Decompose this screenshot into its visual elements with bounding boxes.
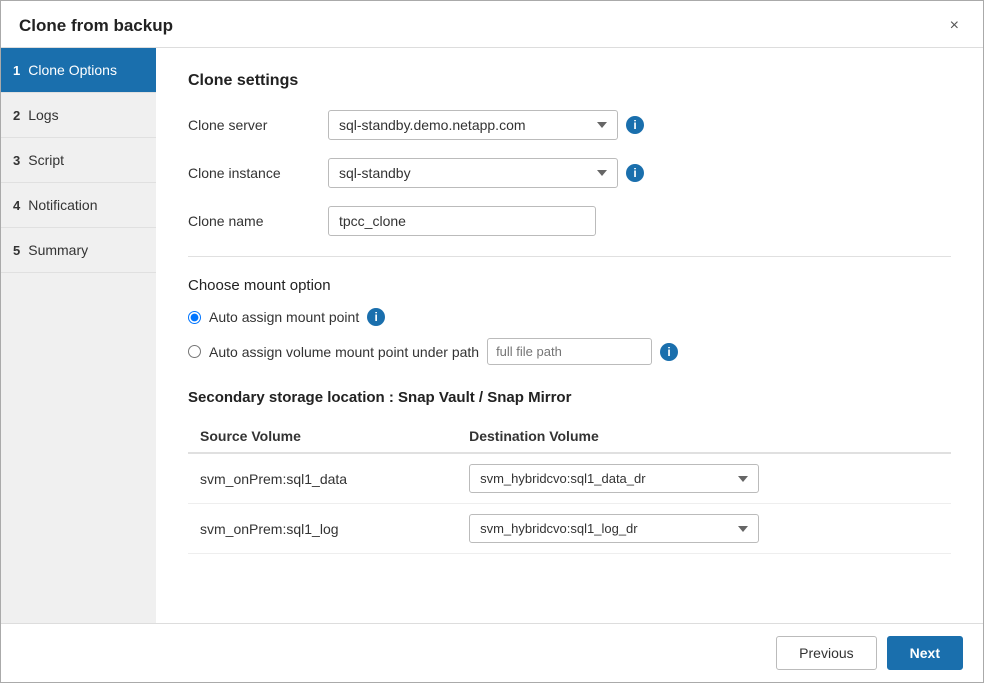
table-row: svm_onPrem:sql1_data svm_hybridcvo:sql1_…: [188, 453, 951, 504]
clone-server-info-icon[interactable]: i: [626, 116, 644, 134]
storage-section: Secondary storage location : Snap Vault …: [188, 389, 951, 554]
sidebar: 1 Clone Options 2 Logs 3 Script 4 Notifi…: [1, 48, 156, 623]
clone-instance-control: sql-standby i: [328, 158, 644, 188]
clone-name-row: Clone name: [188, 206, 951, 236]
clone-instance-select[interactable]: sql-standby: [328, 158, 618, 188]
source-volume-cell: svm_onPrem:sql1_log: [188, 504, 457, 554]
mount-option-title: Choose mount option: [188, 277, 951, 294]
col-source-volume: Source Volume: [188, 420, 457, 453]
clone-server-control: sql-standby.demo.netapp.com i: [328, 110, 644, 140]
dialog-footer: Previous Next: [1, 623, 983, 682]
path-info-icon[interactable]: i: [660, 343, 678, 361]
next-button[interactable]: Next: [887, 636, 963, 670]
clone-instance-label: Clone instance: [188, 165, 328, 181]
dialog-header: Clone from backup ×: [1, 1, 983, 48]
step-num-3: 3: [13, 153, 20, 168]
close-button[interactable]: ×: [944, 15, 965, 37]
dest-volume-select-0[interactable]: svm_hybridcvo:sql1_data_dr: [469, 464, 759, 493]
sidebar-item-notification[interactable]: 4 Notification: [1, 183, 156, 228]
storage-title: Secondary storage location : Snap Vault …: [188, 389, 951, 406]
clone-settings-title: Clone settings: [188, 72, 951, 90]
dest-volume-select-1[interactable]: svm_hybridcvo:sql1_log_dr: [469, 514, 759, 543]
radio-auto-volume[interactable]: [188, 345, 201, 358]
table-row: svm_onPrem:sql1_log svm_hybridcvo:sql1_l…: [188, 504, 951, 554]
main-content: Clone settings Clone server sql-standby.…: [156, 48, 983, 623]
sidebar-label-summary: Summary: [28, 242, 88, 258]
storage-table: Source Volume Destination Volume svm_onP…: [188, 420, 951, 554]
col-dest-volume: Destination Volume: [457, 420, 951, 453]
step-num-5: 5: [13, 243, 20, 258]
dialog-body: 1 Clone Options 2 Logs 3 Script 4 Notifi…: [1, 48, 983, 623]
radio-auto-assign-row: Auto assign mount point i: [188, 308, 951, 326]
clone-name-label: Clone name: [188, 213, 328, 229]
sidebar-item-summary[interactable]: 5 Summary: [1, 228, 156, 273]
clone-from-backup-dialog: Clone from backup × 1 Clone Options 2 Lo…: [0, 0, 984, 683]
sidebar-item-script[interactable]: 3 Script: [1, 138, 156, 183]
divider-1: [188, 256, 951, 257]
clone-server-select[interactable]: sql-standby.demo.netapp.com: [328, 110, 618, 140]
dest-volume-cell: svm_hybridcvo:sql1_data_dr: [457, 453, 951, 504]
sidebar-label-logs: Logs: [28, 107, 58, 123]
step-num-1: 1: [13, 63, 20, 78]
step-num-4: 4: [13, 198, 20, 213]
radio-auto-assign-label: Auto assign mount point: [209, 309, 359, 325]
sidebar-label-clone-options: Clone Options: [28, 62, 117, 78]
dest-volume-cell: svm_hybridcvo:sql1_log_dr: [457, 504, 951, 554]
clone-instance-row: Clone instance sql-standby i: [188, 158, 951, 188]
step-num-2: 2: [13, 108, 20, 123]
sidebar-label-notification: Notification: [28, 197, 97, 213]
radio-auto-volume-row: Auto assign volume mount point under pat…: [188, 338, 951, 365]
sidebar-label-script: Script: [28, 152, 64, 168]
clone-name-control: [328, 206, 596, 236]
radio-auto-assign[interactable]: [188, 311, 201, 324]
clone-server-row: Clone server sql-standby.demo.netapp.com…: [188, 110, 951, 140]
clone-name-input[interactable]: [328, 206, 596, 236]
dialog-title: Clone from backup: [19, 16, 173, 36]
previous-button[interactable]: Previous: [776, 636, 876, 670]
radio-auto-volume-label: Auto assign volume mount point under pat…: [209, 344, 479, 360]
path-input[interactable]: [487, 338, 652, 365]
table-header-row: Source Volume Destination Volume: [188, 420, 951, 453]
source-volume-cell: svm_onPrem:sql1_data: [188, 453, 457, 504]
sidebar-item-logs[interactable]: 2 Logs: [1, 93, 156, 138]
clone-server-label: Clone server: [188, 117, 328, 133]
clone-instance-info-icon[interactable]: i: [626, 164, 644, 182]
sidebar-item-clone-options[interactable]: 1 Clone Options: [1, 48, 156, 93]
auto-assign-info-icon[interactable]: i: [367, 308, 385, 326]
